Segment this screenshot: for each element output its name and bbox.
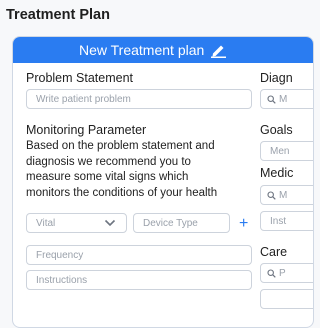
diagnosis-search-field[interactable]: M (260, 89, 313, 109)
search-icon (267, 268, 276, 278)
medication-field-text: M (279, 189, 288, 201)
goals-label: Goals (260, 123, 293, 137)
monitoring-description: Based on the problem statement and diagn… (26, 140, 218, 199)
chevron-down-icon (104, 219, 116, 230)
care-extra-field[interactable] (260, 289, 313, 309)
page-title: Treatment Plan (6, 7, 110, 23)
care-search-field[interactable]: P (260, 263, 313, 283)
pencil-icon[interactable] (210, 43, 227, 58)
treatment-plan-card: New Treatment plan Problem Statement Mon… (12, 36, 314, 328)
device-type-input[interactable] (133, 213, 230, 233)
goals-field[interactable]: Men (260, 141, 313, 161)
search-icon (267, 190, 276, 200)
diagnosis-field-text: M (279, 93, 288, 105)
care-label: Care (260, 245, 288, 259)
care-field-text: P (279, 267, 286, 279)
card-header: New Treatment plan (13, 37, 313, 63)
problem-statement-input[interactable] (26, 89, 252, 109)
problem-statement-label: Problem Statement (26, 71, 133, 85)
medication-label: Medic (260, 166, 294, 180)
add-vital-button[interactable]: + (239, 216, 248, 232)
medication-instructions-text: Inst (270, 215, 287, 227)
medication-search-field[interactable]: M (260, 185, 313, 205)
search-icon (267, 94, 276, 104)
medication-instructions-field[interactable]: Inst (260, 211, 313, 231)
vital-select[interactable]: Vital (26, 213, 127, 233)
monitoring-parameter-label: Monitoring Parameter (26, 123, 147, 137)
vital-select-value: Vital (36, 217, 56, 229)
card-header-title: New Treatment plan (79, 42, 205, 58)
frequency-input[interactable] (26, 245, 252, 265)
instructions-input[interactable] (26, 270, 252, 290)
goals-field-text: Men (270, 145, 290, 157)
diagnosis-label: Diagn (260, 71, 293, 85)
